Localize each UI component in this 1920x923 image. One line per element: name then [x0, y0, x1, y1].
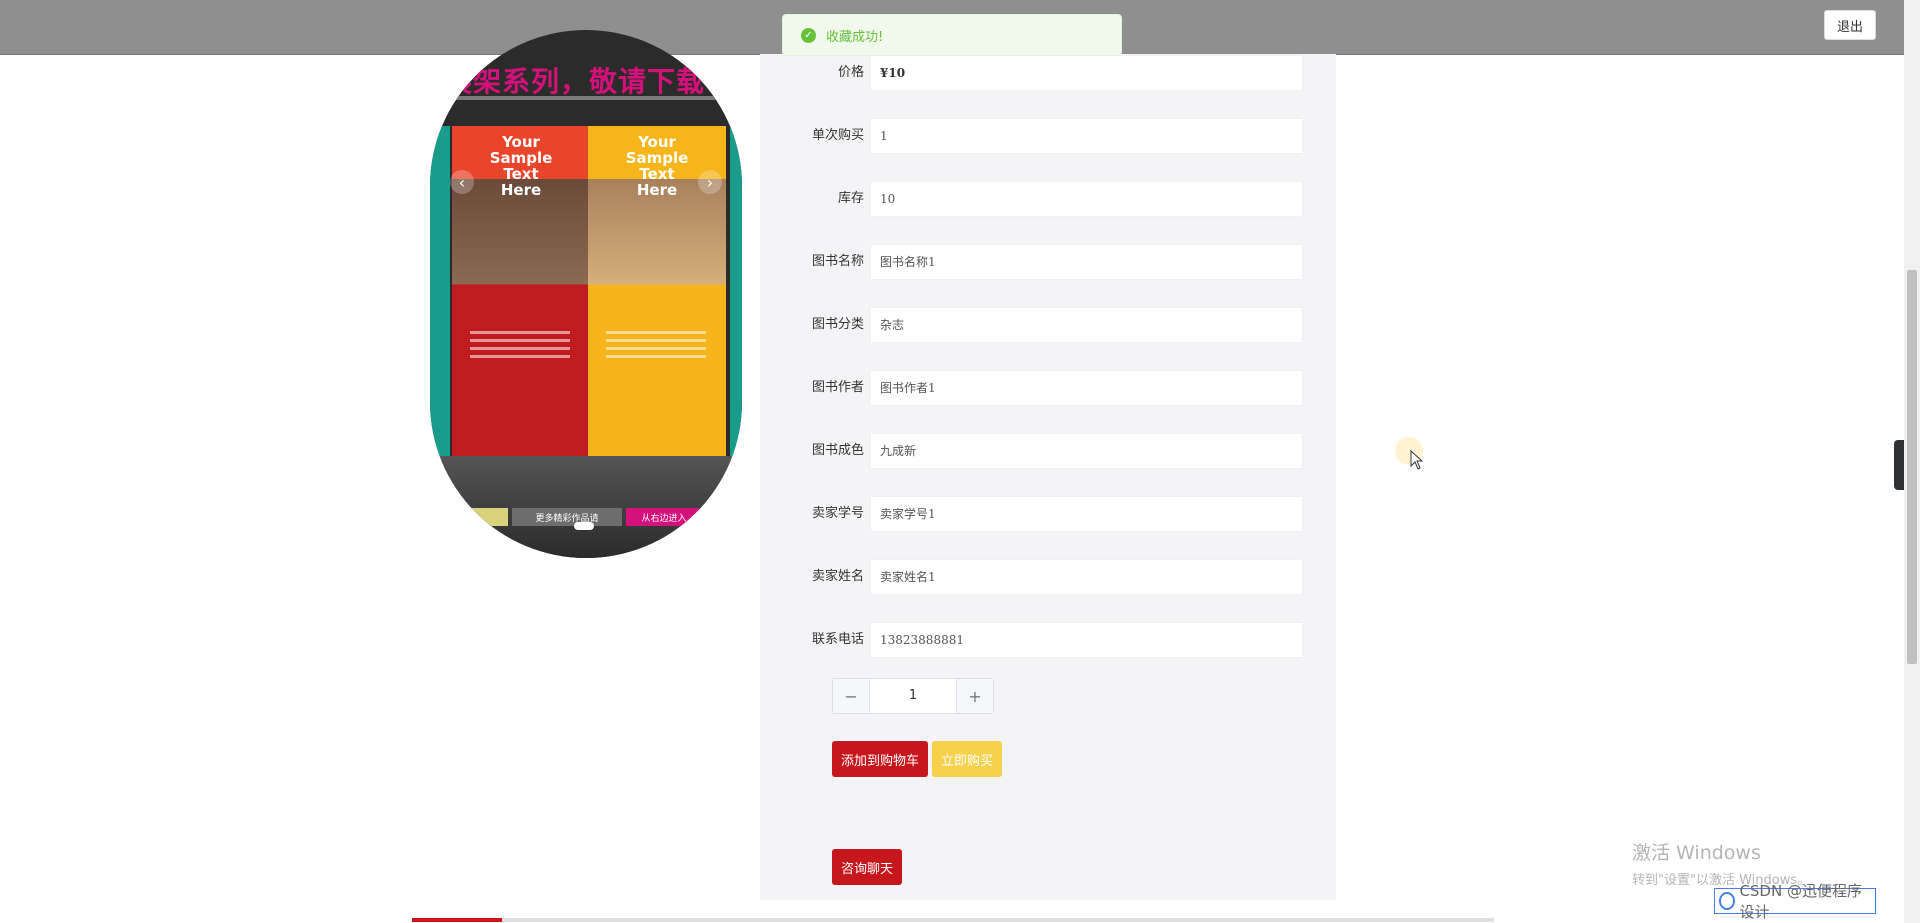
- watermark-title: 激活 Windows: [1632, 842, 1761, 864]
- poster-lines: [470, 331, 570, 363]
- field-price: 价格 ¥10: [760, 55, 1336, 91]
- field-value[interactable]: 杂志: [870, 307, 1303, 343]
- success-toast: ✓ 收藏成功!: [782, 14, 1122, 56]
- field-value[interactable]: 13823888881: [870, 622, 1303, 658]
- check-circle-icon: ✓: [801, 27, 816, 43]
- product-image-carousel[interactable]: 展架系列，敬请下载! Your Sample Text Here Your Sa…: [430, 30, 742, 558]
- field-label: 图书分类: [811, 317, 864, 332]
- chevron-left-icon: ‹: [458, 172, 466, 192]
- csdn-logo-icon: [1719, 892, 1736, 910]
- field-label: 卖家姓名: [811, 569, 864, 584]
- csdn-badge: CSDN @迅便程序设计: [1714, 882, 1876, 921]
- horizontal-scrollbar-thumb[interactable]: [412, 918, 502, 922]
- field-single-purchase: 单次购买 1: [760, 118, 1336, 154]
- mouse-pointer-icon: [1410, 450, 1424, 470]
- carousel-prev-button[interactable]: ‹: [450, 170, 474, 194]
- quantity-stepper: − 1 +: [832, 678, 994, 714]
- consult-chat-button[interactable]: 咨询聊天: [832, 849, 902, 885]
- poster-lines: [606, 331, 706, 363]
- product-detail-panel: 价格 ¥10 单次购买 1 库存 10 图书名称 图书名称1 图书分类 杂志 图…: [760, 54, 1336, 900]
- field-value[interactable]: ¥10: [870, 55, 1303, 91]
- field-book-name: 图书名称 图书名称1: [760, 244, 1336, 280]
- toast-message: 收藏成功!: [826, 29, 884, 45]
- logout-button[interactable]: 退出: [1824, 10, 1876, 40]
- field-label: 图书名称: [811, 254, 864, 269]
- field-label: 单次购买: [811, 128, 864, 143]
- horizontal-scrollbar[interactable]: [412, 918, 1494, 922]
- carousel-indicator[interactable]: [574, 522, 594, 530]
- field-stock: 库存 10: [760, 181, 1336, 217]
- field-phone: 联系电话 13823888881: [760, 622, 1336, 658]
- poster-edge-right: [730, 126, 742, 456]
- field-seller-id: 卖家学号 卖家学号1: [760, 496, 1336, 532]
- carousel-headline: 展架系列，敬请下载!: [444, 65, 719, 98]
- csdn-badge-text: CSDN @迅便程序设计: [1739, 882, 1862, 921]
- carousel-subline: [448, 96, 728, 100]
- field-book-condition: 图书成色 九成新: [760, 433, 1336, 469]
- field-seller-name: 卖家姓名 卖家姓名1: [760, 559, 1336, 595]
- field-value[interactable]: 卖家学号1: [870, 496, 1303, 532]
- field-book-category: 图书分类 杂志: [760, 307, 1336, 343]
- carousel-ribbon-left: [460, 508, 508, 526]
- quantity-decrease-button[interactable]: −: [833, 679, 870, 713]
- quantity-increase-button[interactable]: +: [956, 679, 993, 713]
- field-label: 联系电话: [811, 632, 864, 647]
- field-label: 价格: [837, 65, 864, 80]
- chevron-right-icon: ›: [706, 172, 714, 192]
- poster-text: Your Sample Text Here: [489, 133, 553, 199]
- carousel-floor: [430, 456, 742, 558]
- carousel-ribbon-enter: 从右边进入: [626, 508, 702, 526]
- carousel-ribbon-more: 更多精彩作品请: [512, 508, 622, 526]
- field-label: 图书作者: [811, 380, 864, 395]
- field-book-author: 图书作者 图书作者1: [760, 370, 1336, 406]
- carousel-next-button[interactable]: ›: [698, 170, 722, 194]
- poster-edge-left: [430, 126, 450, 456]
- field-value[interactable]: 1: [870, 118, 1303, 154]
- field-value[interactable]: 10: [870, 181, 1303, 217]
- field-value[interactable]: 图书作者1: [870, 370, 1303, 406]
- scrollbar-thumb[interactable]: [1907, 270, 1917, 664]
- add-to-cart-button[interactable]: 添加到购物车: [832, 741, 928, 777]
- field-value[interactable]: 卖家姓名1: [870, 559, 1303, 595]
- buy-now-button[interactable]: 立即购买: [932, 741, 1002, 777]
- field-label: 图书成色: [811, 443, 864, 458]
- field-value[interactable]: 图书名称1: [870, 244, 1303, 280]
- poster-red: Your Sample Text Here: [452, 126, 590, 456]
- field-value[interactable]: 九成新: [870, 433, 1303, 469]
- field-label: 库存: [837, 191, 864, 206]
- vertical-scrollbar[interactable]: [1904, 0, 1920, 923]
- field-label: 卖家学号: [811, 506, 864, 521]
- quantity-value[interactable]: 1: [870, 679, 956, 713]
